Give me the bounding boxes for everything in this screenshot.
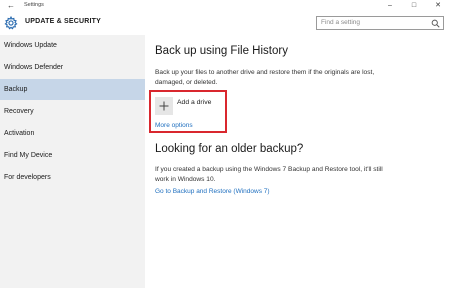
sidebar-item-windows-defender[interactable]: Windows Defender xyxy=(0,57,145,78)
search-placeholder: Find a setting xyxy=(321,19,361,26)
page-title: UPDATE & SECURITY xyxy=(25,18,101,25)
sidebar-item-recovery[interactable]: Recovery xyxy=(0,101,145,122)
main-content: Back up using File History Back up your … xyxy=(145,35,450,288)
more-options-link[interactable]: More options xyxy=(155,122,193,129)
sidebar-item-windows-update[interactable]: Windows Update xyxy=(0,35,145,56)
file-history-heading: Back up using File History xyxy=(155,45,288,57)
title-bar: ← Settings – □ ✕ xyxy=(0,0,450,11)
maximize-button[interactable]: □ xyxy=(402,0,426,11)
add-drive-label[interactable]: Add a drive xyxy=(177,99,211,106)
backup-restore-link[interactable]: Go to Backup and Restore (Windows 7) xyxy=(155,188,270,195)
older-backup-heading: Looking for an older backup? xyxy=(155,143,304,155)
sidebar-item-find-my-device[interactable]: Find My Device xyxy=(0,145,145,166)
window-controls: – □ ✕ xyxy=(378,0,450,11)
plus-icon xyxy=(159,101,169,111)
page-header: UPDATE & SECURITY Find a setting xyxy=(0,11,450,35)
file-history-description: Back up your files to another drive and … xyxy=(155,69,375,86)
search-icon[interactable] xyxy=(431,19,440,28)
minimize-button[interactable]: – xyxy=(378,0,402,11)
sidebar-item-for-developers[interactable]: For developers xyxy=(0,167,145,188)
search-input[interactable]: Find a setting xyxy=(316,16,444,30)
older-backup-description: If you created a backup using the Window… xyxy=(155,166,383,183)
sidebar-item-backup[interactable]: Backup xyxy=(0,79,145,100)
add-drive-button[interactable] xyxy=(155,97,173,115)
back-button[interactable]: ← xyxy=(7,0,15,11)
close-button[interactable]: ✕ xyxy=(426,0,450,11)
sidebar: Windows Update Windows Defender Backup R… xyxy=(0,35,145,288)
window-title: Settings xyxy=(24,2,44,8)
sidebar-item-activation[interactable]: Activation xyxy=(0,123,145,144)
gear-icon xyxy=(4,16,18,30)
